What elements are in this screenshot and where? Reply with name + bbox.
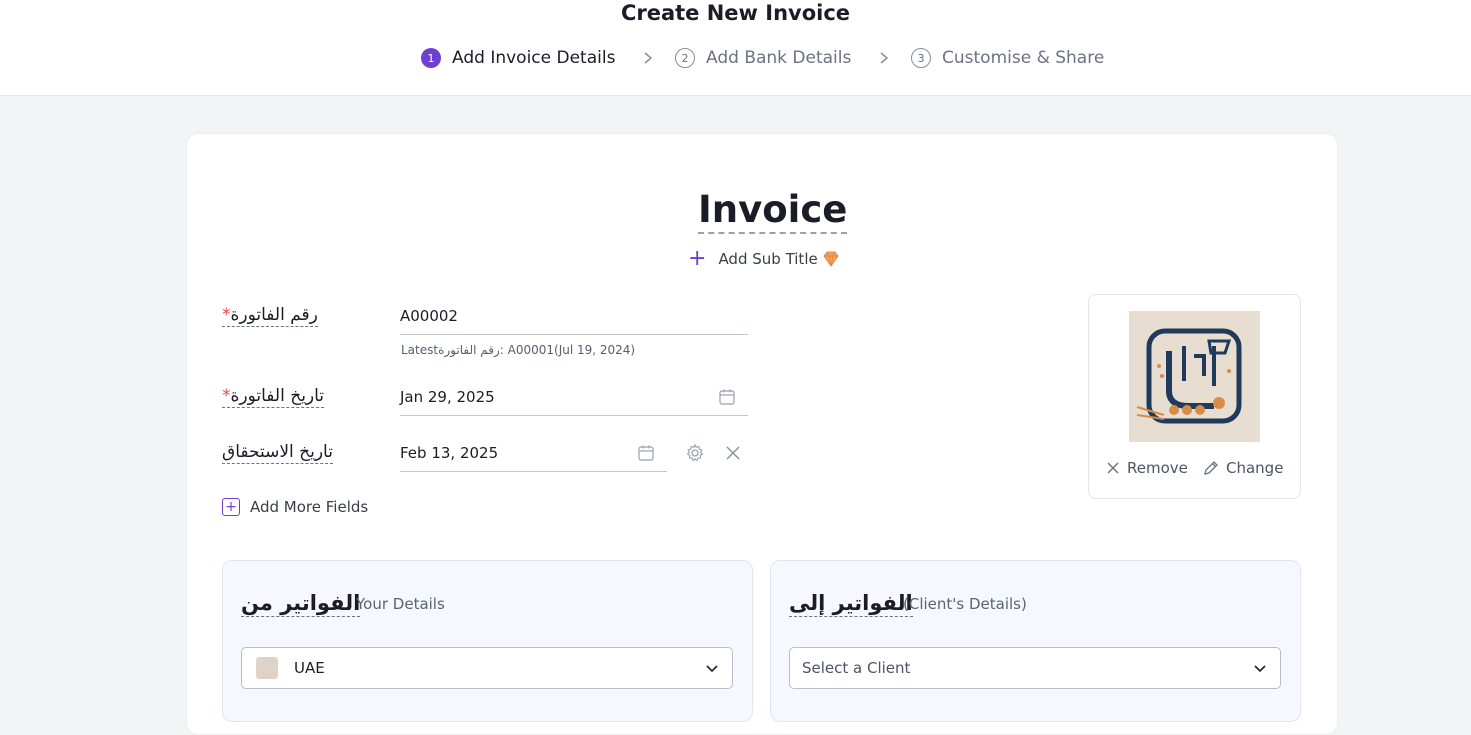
step-label: Add Invoice Details [452,48,616,68]
close-icon[interactable] [723,443,743,463]
required-mark: * [222,305,231,325]
add-more-fields-label: Add More Fields [250,498,369,516]
billed-by-panel [222,560,753,722]
business-logo-thumbnail [256,657,278,679]
change-logo-button[interactable]: Change [1202,459,1283,477]
invoice-number-hint: Latestرقم الفاتورة: A00001(Jul 19, 2024) [401,343,636,357]
plus-square-icon: + [222,498,240,516]
invoice-number-field[interactable]: A00002 [400,298,748,335]
plus-icon: + [688,246,707,271]
step-add-invoice-details[interactable]: 1 Add Invoice Details [421,46,615,70]
due-date-field[interactable]: Feb 13, 2025 [400,435,667,472]
add-subtitle-label: Add Sub Title [718,250,818,268]
chevron-right-icon [880,52,889,64]
step-customise-share[interactable]: 3 Customise & Share [911,46,1104,70]
billed-by-subtitle: Your Details [356,595,445,613]
step-number: 3 [911,48,931,68]
step-label: Customise & Share [942,48,1105,68]
pencil-icon [1204,461,1218,475]
business-logo [1129,311,1260,442]
remove-logo-button[interactable]: Remove [1105,459,1188,477]
step-number: 2 [675,48,695,68]
invoice-date-field[interactable]: Jan 29, 2025 [400,379,748,416]
business-select[interactable]: UAE [241,647,733,689]
billed-to-panel [770,560,1301,722]
business-select-value: UAE [294,659,325,677]
chevron-down-icon [1254,665,1266,673]
step-label: Add Bank Details [706,48,852,68]
invoice-title[interactable]: Invoice [698,189,848,234]
billed-to-title[interactable]: الفواتير إلى [789,590,913,617]
change-logo-label: Change [1226,459,1284,477]
close-icon [1107,462,1119,474]
billed-to-subtitle: (Client's Details) [903,595,1027,613]
page-title: Create New Invoice [620,1,851,25]
step-number: 1 [421,48,441,68]
diamond-icon [823,251,839,267]
billed-by-title[interactable]: الفواتير من [241,590,361,617]
calendar-icon[interactable] [637,444,655,462]
calendar-icon[interactable] [718,388,736,406]
chevron-down-icon [706,665,718,673]
client-select[interactable]: Select a Client [789,647,1281,689]
client-select-placeholder: Select a Client [802,659,911,677]
required-mark: * [222,386,231,406]
chevron-right-icon [644,52,653,64]
invoice-number-value: A00002 [400,307,458,325]
invoice-date-label: تاريخ الفاتورة* [222,385,325,408]
invoice-date-label-text: تاريخ الفاتورة [230,386,325,406]
invoice-date-value: Jan 29, 2025 [400,388,495,406]
due-date-label: تاريخ الاستحقاق [222,442,333,464]
invoice-number-label: رقم الفاتورة* [222,304,318,327]
due-date-value: Feb 13, 2025 [400,444,499,462]
top-bar: Create New Invoice 1 Add Invoice Details… [0,0,1471,96]
invoice-number-label-text: رقم الفاتورة [230,305,318,325]
remove-logo-label: Remove [1127,459,1188,477]
add-subtitle-button[interactable]: + Add Sub Title [688,246,840,271]
gear-icon[interactable] [685,443,705,463]
step-add-bank-details[interactable]: 2 Add Bank Details [675,46,851,70]
add-more-fields-button[interactable]: + Add More Fields [222,498,368,516]
